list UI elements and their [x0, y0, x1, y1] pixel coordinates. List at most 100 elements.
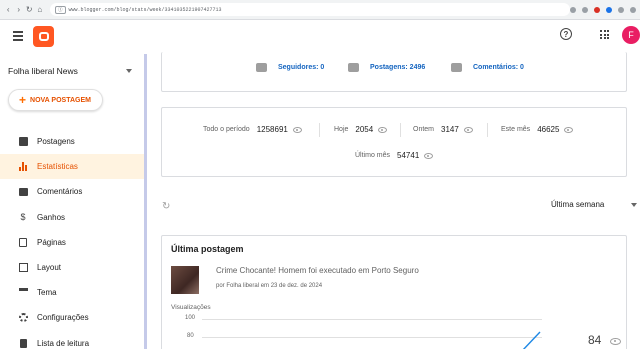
sidebar-item-posts[interactable]: Postagens — [0, 129, 144, 154]
browser-extensions — [570, 6, 636, 13]
dollar-icon: $ — [20, 212, 26, 223]
people-icon — [256, 63, 267, 72]
sidebar-item-label: Estatísticas — [37, 162, 78, 172]
series-line — [522, 331, 541, 349]
period-label: Último mês — [355, 152, 391, 159]
post-views-count: 84 — [588, 333, 602, 347]
posts-icon — [348, 63, 359, 72]
sidebar-nav: Postagens Estatísticas Comentários $ Gan… — [0, 129, 144, 349]
forward-icon[interactable]: › — [15, 5, 24, 15]
stats-main: Seguidores: 0 Postagens: 2496 Comentário… — [148, 52, 640, 349]
eye-icon — [564, 126, 574, 133]
blog-name: Folha liberal News — [8, 66, 78, 76]
reading-list-icon — [18, 338, 28, 348]
views-periods-card: Todo o período 1258691 Hoje 2054 Ontem 3… — [161, 107, 627, 177]
sidebar-item-label: Comentários — [37, 187, 83, 197]
menu-kebab-icon[interactable] — [630, 6, 636, 13]
address-bar[interactable]: Ⓘ www.blogger.com/blog/stats/week/334103… — [50, 3, 570, 16]
period-label: Todo o período — [203, 126, 250, 133]
sidebar-item-layout[interactable]: Layout — [0, 255, 144, 280]
eye-icon — [424, 152, 434, 159]
date-range-value: Última semana — [551, 200, 605, 209]
refresh-icon[interactable]: ↻ — [162, 201, 170, 212]
period-today: Hoje 2054 — [334, 125, 388, 134]
sidebar-item-pages[interactable]: Páginas — [0, 230, 144, 255]
sidebar-item-stats[interactable]: Estatísticas — [0, 154, 144, 180]
sidebar-item-settings[interactable]: Configurações — [0, 305, 144, 330]
eye-icon — [463, 126, 473, 133]
avatar[interactable]: F — [622, 26, 640, 44]
eye-icon — [378, 126, 388, 133]
reload-icon[interactable]: ↻ — [25, 5, 34, 15]
comments-stat[interactable]: Comentários: 0 — [451, 63, 524, 72]
extension-icon[interactable] — [570, 6, 576, 13]
sidebar-item-label: Configurações — [37, 313, 89, 323]
sidebar-item-label: Postagens — [37, 137, 75, 147]
hamburger-menu-icon[interactable] — [13, 31, 23, 41]
posts-label: Postagens: 2496 — [370, 64, 426, 71]
followers-stat[interactable]: Seguidores: 0 — [256, 63, 324, 72]
plus-icon: + — [19, 93, 27, 107]
theme-icon — [18, 288, 28, 298]
chevron-down-icon — [126, 69, 132, 73]
latest-post-card: Última postagem Crime Chocante! Homem fo… — [161, 235, 627, 349]
blog-selector[interactable]: Folha liberal News — [8, 64, 132, 78]
blogger-logo[interactable] — [33, 26, 54, 47]
sidebar-item-label: Layout — [37, 263, 62, 273]
site-info-icon[interactable]: Ⓘ — [55, 5, 66, 14]
period-label: Hoje — [334, 126, 349, 133]
date-range-dropdown[interactable]: Última semana — [551, 200, 637, 209]
back-icon[interactable]: ‹ — [4, 5, 13, 15]
summary-card: Seguidores: 0 Postagens: 2496 Comentário… — [161, 52, 627, 92]
divider — [400, 123, 401, 137]
extension-icon[interactable] — [606, 6, 612, 13]
posts-stat[interactable]: Postagens: 2496 — [348, 63, 425, 72]
gear-icon — [18, 313, 28, 323]
period-value: 46625 — [537, 125, 560, 134]
sidebar-item-earnings[interactable]: $ Ganhos — [0, 205, 144, 230]
period-last-month: Último mês 54741 — [355, 151, 434, 160]
sidebar-item-label: Ganhos — [37, 212, 66, 222]
eye-icon — [610, 338, 621, 345]
sidebar-item-theme[interactable]: Tema — [0, 280, 144, 305]
profile-icon[interactable] — [618, 6, 624, 13]
layout-icon — [18, 263, 28, 273]
eye-icon — [292, 126, 302, 133]
sidebar-item-reading-list[interactable]: Lista de leitura — [0, 331, 144, 349]
comment-icon — [451, 63, 462, 72]
sidebar: Folha liberal News + NOVA POSTAGEM Posta… — [0, 54, 148, 349]
new-post-button[interactable]: + NOVA POSTAGEM — [8, 89, 103, 111]
period-value: 54741 — [397, 151, 420, 160]
sidebar-item-comments[interactable]: Comentários — [0, 179, 144, 204]
sidebar-scrollbar[interactable] — [144, 54, 147, 349]
browser-toolbar: ‹ › ↻ ⌂ Ⓘ www.blogger.com/blog/stats/wee… — [0, 0, 640, 20]
sidebar-item-label: Lista de leitura — [37, 338, 90, 348]
period-this-month: Este mês 46625 — [501, 125, 574, 134]
views-chart — [522, 331, 541, 349]
period-yesterday: Ontem 3147 — [413, 125, 473, 134]
help-icon[interactable]: ? — [560, 28, 572, 40]
period-label: Este mês — [501, 126, 531, 133]
divider — [487, 123, 488, 137]
sidebar-item-label: Páginas — [37, 237, 66, 247]
url-text: www.blogger.com/blog/stats/week/33410352… — [68, 6, 222, 13]
chevron-down-icon — [631, 202, 637, 207]
home-icon[interactable]: ⌂ — [36, 5, 45, 15]
period-value: 1258691 — [256, 125, 288, 134]
sidebar-item-label: Tema — [37, 288, 57, 298]
period-value: 2054 — [355, 125, 374, 134]
comments-label: Comentários: 0 — [473, 64, 524, 71]
stats-icon — [18, 162, 28, 172]
period-all-time: Todo o período 1258691 — [203, 125, 302, 134]
posts-icon — [18, 137, 28, 147]
google-apps-icon[interactable] — [600, 30, 609, 39]
period-value: 3147 — [441, 125, 459, 134]
comments-icon — [18, 187, 28, 197]
app-header: ? F — [0, 20, 640, 54]
new-post-label: NOVA POSTAGEM — [30, 96, 91, 104]
extension-icon[interactable] — [594, 6, 600, 13]
extension-icon[interactable] — [582, 6, 588, 13]
followers-label: Seguidores: 0 — [278, 64, 325, 71]
divider — [319, 123, 320, 137]
pages-icon — [18, 237, 28, 247]
